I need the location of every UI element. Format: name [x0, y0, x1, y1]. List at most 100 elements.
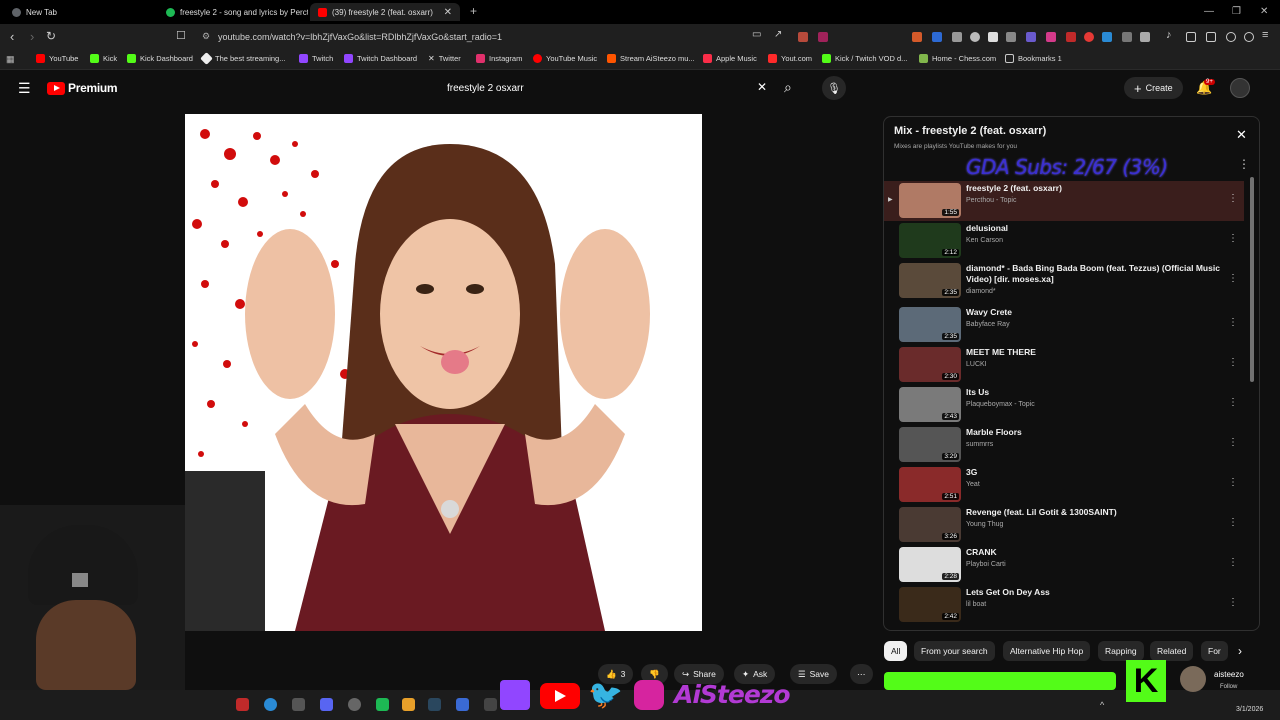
more-actions-button[interactable]: ⋯ [850, 664, 873, 684]
taskbar-app-icon[interactable] [292, 698, 305, 711]
extension-icon[interactable] [1066, 32, 1076, 42]
sidebar-icon[interactable] [1186, 32, 1196, 42]
bookmark-item[interactable]: Yout.com [768, 54, 812, 63]
playlist-item[interactable]: 3:26 Revenge (feat. Lil Gotit & 1300SAIN… [884, 505, 1244, 545]
chip-from-your-search[interactable]: From your search [914, 641, 995, 661]
cast-icon[interactable]: ▭ [752, 29, 761, 40]
item-menu-icon[interactable]: ⋮ [1228, 317, 1238, 328]
taskbar-app-icon[interactable] [376, 698, 389, 711]
item-menu-icon[interactable]: ⋮ [1228, 233, 1238, 244]
playlist-item[interactable]: 2:30 MEET ME THERE LUCKI ⋮ [884, 345, 1244, 385]
extension-icon[interactable] [1026, 32, 1036, 42]
window-close-icon[interactable]: ✕ [1260, 6, 1268, 17]
extension-icon[interactable] [932, 32, 942, 42]
extension-icon[interactable] [952, 32, 962, 42]
bookmark-icon[interactable]: ☐ [176, 29, 186, 42]
chip-alternative-hip-hop[interactable]: Alternative Hip Hop [1003, 641, 1091, 661]
extension-icon[interactable] [1102, 32, 1112, 42]
extension-icon[interactable] [988, 32, 998, 42]
menu-icon[interactable]: ≡ [1262, 29, 1268, 41]
bookmark-item[interactable]: YouTube [36, 54, 78, 63]
item-menu-icon[interactable]: ⋮ [1228, 517, 1238, 528]
create-button[interactable]: + Create [1124, 77, 1183, 99]
playlist-menu-icon[interactable]: ⋮ [1238, 157, 1250, 171]
playlist-scrollbar[interactable] [1250, 177, 1254, 382]
hamburger-menu-icon[interactable]: ☰ [18, 80, 31, 97]
browser-tab[interactable]: New Tab [4, 3, 154, 21]
brave-shield-icon[interactable] [798, 32, 808, 42]
steam-icon[interactable] [428, 698, 441, 711]
item-menu-icon[interactable]: ⋮ [1228, 357, 1238, 368]
item-menu-icon[interactable]: ⋮ [1228, 557, 1238, 568]
downloads-icon[interactable] [1226, 32, 1236, 42]
playlist-item[interactable]: 2:12 delusional Ken Carson ⋮ [884, 221, 1244, 261]
playlist-item[interactable]: 2:43 Its Us Plaqueboymax - Topic ⋮ [884, 385, 1244, 425]
site-info-icon[interactable]: ⚙ [202, 31, 210, 42]
search-input[interactable]: freestyle 2 osxarr ✕ [437, 76, 775, 100]
playlist-item[interactable]: 2:35 Wavy Crete Babyface Ray ⋮ [884, 305, 1244, 345]
extension-icon[interactable] [1140, 32, 1150, 42]
bookmark-item[interactable]: Twitch Dashboard [344, 54, 417, 63]
playlist-item[interactable]: 2:42 Lets Get On Dey Ass lil boat ⋮ [884, 585, 1244, 625]
item-menu-icon[interactable]: ⋮ [1228, 597, 1238, 608]
extension-icon[interactable] [912, 32, 922, 42]
taskbar-app-icon[interactable] [484, 698, 497, 711]
apps-grid-icon[interactable]: ▦ [6, 54, 15, 65]
item-menu-icon[interactable]: ⋮ [1228, 193, 1238, 204]
extension-icon[interactable] [970, 32, 980, 42]
close-playlist-icon[interactable]: ✕ [1236, 127, 1247, 143]
taskbar-app-icon[interactable] [236, 698, 249, 711]
address-bar[interactable]: ⚙ youtube.com/watch?v=lbhZjfVaxGo&list=R… [200, 27, 820, 47]
reload-icon[interactable]: ↻ [46, 29, 56, 43]
rewards-icon[interactable] [818, 32, 828, 42]
playlist-item[interactable]: ▶ 1:55 freestyle 2 (feat. osxarr) Percth… [884, 181, 1244, 221]
playlist-item[interactable]: 2:51 3G Yeat ⋮ [884, 465, 1244, 505]
minimize-icon[interactable]: — [1204, 6, 1214, 17]
back-icon[interactable]: ‹ [10, 29, 14, 44]
extension-icon[interactable] [1006, 32, 1016, 42]
bookmark-item[interactable]: Stream AiSteezo mu... [607, 54, 695, 63]
puzzle-icon[interactable] [1122, 32, 1132, 42]
bookmark-item[interactable]: Home - Chess.com [919, 54, 996, 63]
voice-search-icon[interactable]: 🎙 [822, 76, 846, 100]
extension-icon[interactable] [1084, 32, 1094, 42]
bookmark-item[interactable]: Kick [90, 54, 117, 63]
share-page-icon[interactable]: ↗ [774, 29, 782, 40]
save-button[interactable]: ☰ Save [790, 664, 837, 684]
chip-all[interactable]: All [884, 641, 908, 661]
discord-icon[interactable] [320, 698, 333, 711]
maximize-icon[interactable]: ❐ [1232, 6, 1241, 17]
taskbar-app-icon[interactable] [402, 698, 415, 711]
bookmark-item[interactable]: Kick / Twitch VOD d... [822, 54, 907, 63]
extension-icon[interactable] [1046, 32, 1056, 42]
bookmark-item[interactable]: ✕ Twitter [428, 54, 461, 63]
wallet-icon[interactable] [1206, 32, 1216, 42]
browser-tab[interactable]: freestyle 2 - song and lyrics by Percth [158, 3, 308, 21]
item-menu-icon[interactable]: ⋮ [1228, 397, 1238, 408]
video-player[interactable] [185, 114, 702, 631]
item-menu-icon[interactable]: ⋮ [1228, 437, 1238, 448]
chip-rapping[interactable]: Rapping [1098, 641, 1144, 661]
browser-tab-active[interactable]: (39) freestyle 2 (feat. osxarr) ✕ [310, 3, 460, 21]
bookmark-item[interactable]: Twitch [299, 54, 333, 63]
tray-chevron-icon[interactable]: ^ [1100, 700, 1104, 710]
playlist-item[interactable]: 2:28 CRANK Playboi Carti ⋮ [884, 545, 1244, 585]
close-tab-icon[interactable]: ✕ [444, 7, 452, 18]
youtube-premium-logo[interactable]: Premium [47, 81, 118, 95]
taskbar-app-icon[interactable] [456, 698, 469, 711]
item-menu-icon[interactable]: ⋮ [1228, 273, 1238, 284]
bookmark-item[interactable]: Instagram [476, 54, 522, 63]
chips-next-icon[interactable]: › [1238, 644, 1242, 658]
clear-search-icon[interactable]: ✕ [757, 80, 767, 94]
chip-for[interactable]: For [1201, 641, 1228, 661]
bookmark-item[interactable]: Apple Music [703, 54, 757, 63]
forward-icon[interactable]: › [30, 29, 34, 44]
item-menu-icon[interactable]: ⋮ [1228, 477, 1238, 488]
bookmark-folder[interactable]: Bookmarks 1 [1005, 54, 1062, 63]
search-icon[interactable]: ⌕ [784, 79, 792, 96]
bookmark-item[interactable]: Kick Dashboard [127, 54, 193, 63]
playlist-item[interactable]: 3:29 Marble Floors summrrs ⋮ [884, 425, 1244, 465]
new-tab-button[interactable]: + [470, 4, 477, 18]
taskbar-app-icon[interactable] [348, 698, 361, 711]
playlist-item[interactable]: 2:35 diamond* - Bada Bing Bada Boom (fea… [884, 261, 1244, 301]
